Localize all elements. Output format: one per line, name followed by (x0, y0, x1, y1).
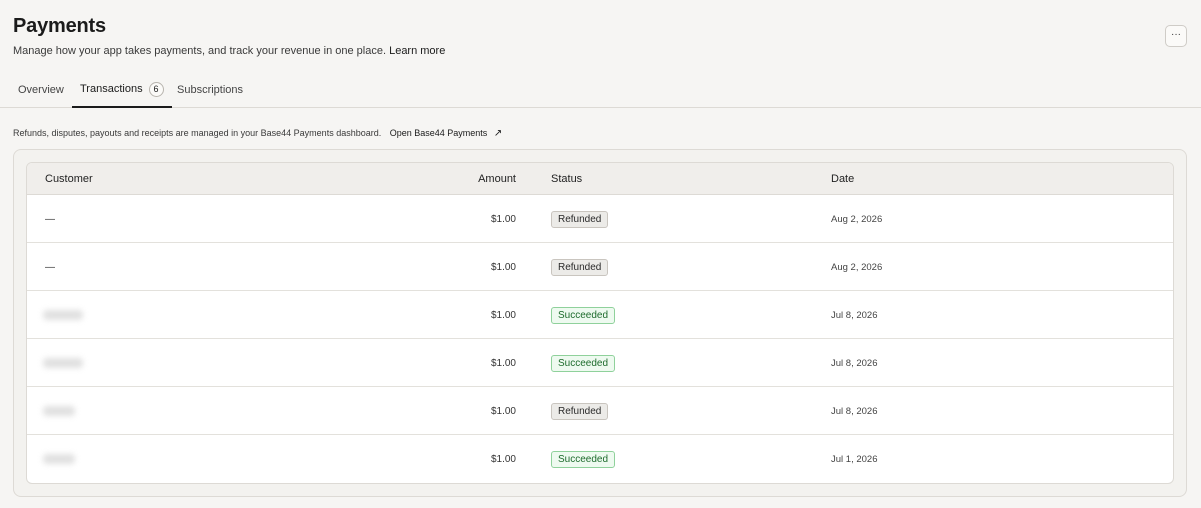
redacted-customer (43, 454, 75, 464)
tab-label: Transactions (80, 83, 143, 95)
customer-cell (43, 387, 75, 435)
status-badge: Succeeded (551, 354, 616, 372)
tab-transactions[interactable]: Transactions 6 (72, 72, 172, 108)
tab-label: Overview (18, 83, 64, 96)
page-title: Payments (13, 15, 106, 37)
date-cell: Jul 1, 2026 (831, 453, 878, 465)
redacted-customer (43, 358, 83, 368)
amount-cell: $1.00 (490, 357, 516, 369)
customer-cell (43, 339, 83, 387)
column-header-amount: Amount (478, 173, 516, 185)
date-cell: Aug 2, 2026 (831, 261, 883, 273)
status-badge: Succeeded (551, 306, 616, 324)
open-payments-link[interactable]: Open Base44 Payments ↗ (389, 128, 503, 139)
learn-more-link[interactable]: Learn more (389, 45, 445, 57)
page-subtitle: Manage how your app takes payments, and … (13, 44, 445, 58)
status-cell: Succeeded (551, 291, 616, 339)
table-row[interactable]: $1.00 Succeeded Jul 8, 2026 (27, 339, 1173, 387)
status-badge: Refunded (551, 210, 609, 228)
redacted-customer (43, 406, 75, 416)
table-row[interactable]: $1.00 Refunded Jul 8, 2026 (27, 387, 1173, 435)
tab-subscriptions[interactable]: Subscriptions (177, 72, 243, 107)
amount-cell: $1.00 (490, 405, 516, 417)
table-header: Customer Amount Status Date (27, 163, 1173, 195)
status-cell: Refunded (551, 195, 609, 243)
tab-label: Subscriptions (177, 83, 244, 96)
notice-text: Refunds, disputes, payouts and receipts … (13, 128, 382, 138)
status-cell: Refunded (551, 387, 609, 435)
table-row[interactable]: $1.00 Succeeded Jul 8, 2026 (27, 291, 1173, 339)
transactions-table: Customer Amount Status Date — $1.00 Refu… (26, 162, 1174, 484)
transactions-panel: Customer Amount Status Date — $1.00 Refu… (13, 149, 1187, 497)
external-link-icon: ↗ (493, 128, 503, 139)
amount-cell: $1.00 (490, 213, 516, 225)
tab-count-badge: 6 (148, 81, 164, 97)
customer-cell: — (45, 261, 55, 273)
customer-cell: — (45, 213, 55, 225)
customer-cell (43, 435, 75, 483)
ellipsis-icon: ··· (1171, 28, 1181, 40)
status-badge: Succeeded (551, 450, 616, 468)
amount-cell: $1.00 (490, 261, 516, 273)
table-row[interactable]: — $1.00 Refunded Aug 2, 2026 (27, 195, 1173, 243)
redacted-customer (43, 310, 83, 320)
table-row[interactable]: — $1.00 Refunded Aug 2, 2026 (27, 243, 1173, 291)
page-header: Payments Manage how your app takes payme… (13, 13, 445, 58)
column-header-customer: Customer (45, 173, 93, 185)
column-header-date: Date (831, 173, 855, 185)
status-cell: Succeeded (551, 435, 616, 483)
payments-notice: Refunds, disputes, payouts and receipts … (13, 127, 502, 140)
tab-overview[interactable]: Overview (18, 72, 64, 107)
open-payments-label: Open Base44 Payments (389, 128, 488, 138)
status-cell: Refunded (551, 243, 609, 291)
table-row[interactable]: $1.00 Succeeded Jul 1, 2026 (27, 435, 1173, 483)
more-options-button[interactable]: ··· (1165, 25, 1187, 47)
amount-cell: $1.00 (490, 309, 516, 321)
date-cell: Jul 8, 2026 (831, 309, 878, 321)
date-cell: Jul 8, 2026 (831, 357, 878, 369)
column-header-status: Status (551, 173, 583, 185)
status-cell: Succeeded (551, 339, 616, 387)
amount-cell: $1.00 (490, 453, 516, 465)
date-cell: Aug 2, 2026 (831, 213, 883, 225)
status-badge: Refunded (551, 402, 609, 420)
payments-page: Payments Manage how your app takes payme… (0, 0, 1201, 508)
tab-bar: Overview Transactions 6 Subscriptions (0, 72, 1201, 108)
customer-cell (43, 291, 83, 339)
status-badge: Refunded (551, 258, 609, 276)
subtitle-text: Manage how your app takes payments, and … (13, 45, 387, 57)
date-cell: Jul 8, 2026 (831, 405, 878, 417)
